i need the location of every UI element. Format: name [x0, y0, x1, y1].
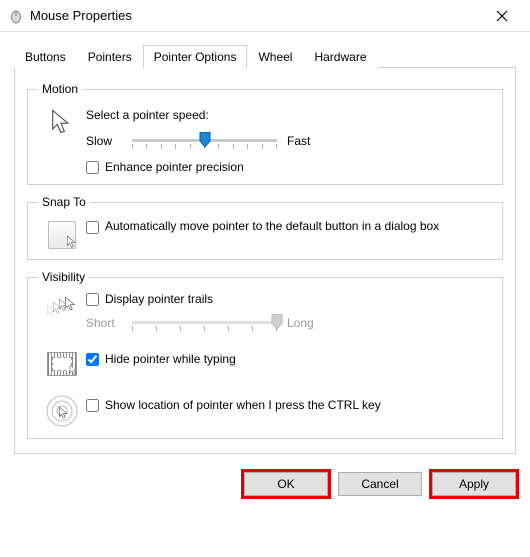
pointer-speed-slider[interactable] — [132, 130, 277, 152]
button-bar: OK Cancel Apply — [0, 462, 530, 506]
mouse-icon — [8, 8, 24, 24]
close-button[interactable] — [482, 0, 522, 32]
hide-typing-icon — [38, 348, 86, 376]
legend-motion: Motion — [38, 82, 82, 96]
tab-pointers[interactable]: Pointers — [77, 45, 143, 68]
trails-checkbox[interactable]: Display pointer trails — [86, 292, 492, 306]
short-label: Short — [86, 316, 122, 330]
ctrl-location-icon — [38, 390, 86, 428]
tab-body: Motion Select a pointer speed: Slow — [14, 68, 516, 454]
slow-label: Slow — [86, 134, 122, 148]
long-label: Long — [287, 316, 323, 330]
tab-buttons[interactable]: Buttons — [14, 45, 77, 68]
tab-strip: Buttons Pointers Pointer Options Wheel H… — [14, 44, 516, 68]
group-motion: Motion Select a pointer speed: Slow — [27, 82, 503, 185]
pointer-speed-label: Select a pointer speed: — [86, 108, 492, 122]
snapto-icon — [38, 217, 86, 249]
legend-visibility: Visibility — [38, 270, 89, 284]
group-snapto: Snap To Automatically move pointer to th… — [27, 195, 503, 260]
apply-button[interactable]: Apply — [432, 472, 516, 496]
cancel-button[interactable]: Cancel — [338, 472, 422, 496]
ctrl-location-checkbox[interactable]: Show location of pointer when I press th… — [86, 398, 492, 412]
fast-label: Fast — [287, 134, 323, 148]
trails-length-slider — [132, 312, 277, 334]
group-visibility: Visibility Display pointer trails — [27, 270, 503, 439]
trails-icon — [38, 292, 86, 324]
tab-hardware[interactable]: Hardware — [303, 45, 377, 68]
snapto-checkbox[interactable]: Automatically move pointer to the defaul… — [86, 219, 492, 234]
hide-typing-checkbox[interactable]: Hide pointer while typing — [86, 352, 492, 366]
titlebar: Mouse Properties — [0, 0, 530, 32]
cursor-icon — [38, 104, 86, 136]
legend-snapto: Snap To — [38, 195, 90, 209]
tab-pointer-options[interactable]: Pointer Options — [143, 45, 248, 68]
enhance-precision-checkbox[interactable]: Enhance pointer precision — [86, 160, 492, 174]
ok-button[interactable]: OK — [244, 472, 328, 496]
window-title: Mouse Properties — [30, 8, 482, 23]
tab-wheel[interactable]: Wheel — [247, 45, 303, 68]
